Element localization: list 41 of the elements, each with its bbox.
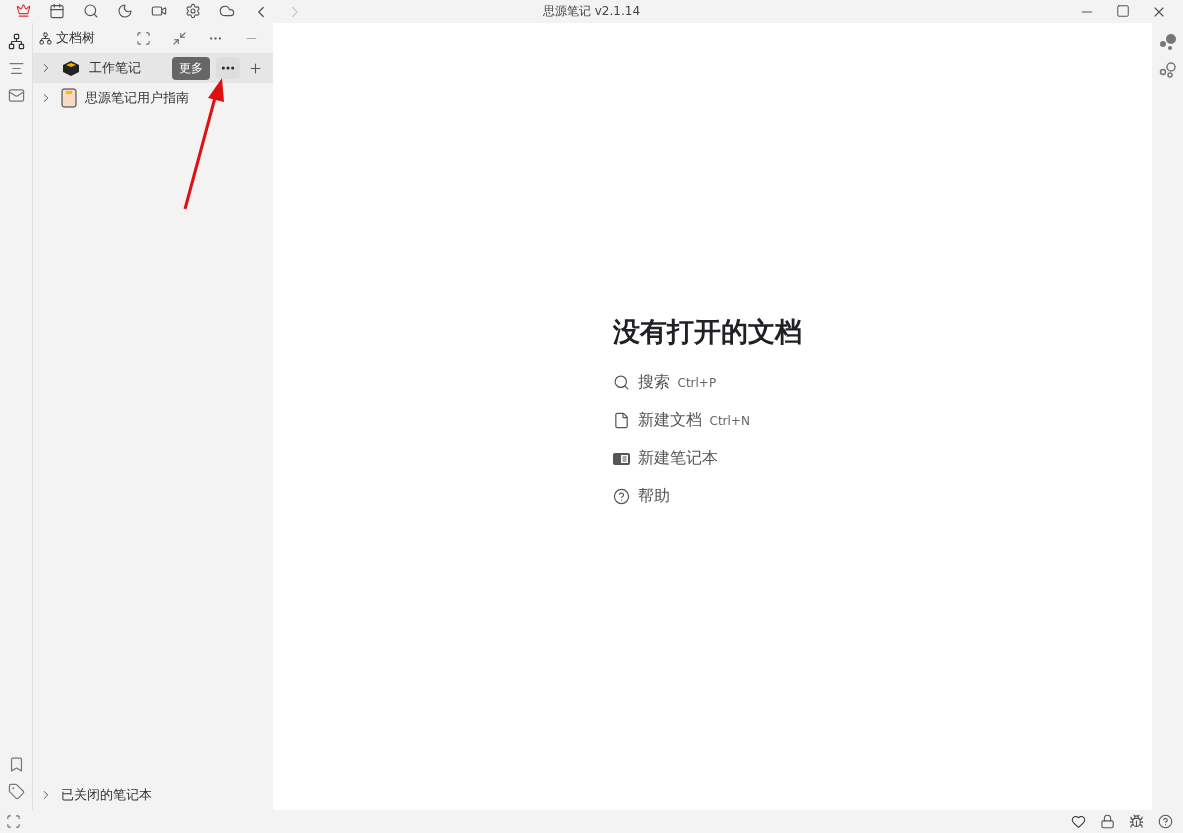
bug-icon[interactable] xyxy=(1129,814,1144,829)
empty-title: 没有打开的文档 xyxy=(612,314,803,349)
outline-icon[interactable] xyxy=(7,60,25,77)
add-icon[interactable] xyxy=(248,60,263,76)
settings-icon[interactable] xyxy=(185,2,201,19)
tag-icon[interactable] xyxy=(7,783,25,800)
action-link[interactable]: 帮助 xyxy=(612,483,813,510)
notebook-icon xyxy=(612,451,630,466)
search-icon xyxy=(612,374,630,391)
closed-notebooks-label: 已关闭的笔记本 xyxy=(61,786,152,804)
tree-icon xyxy=(39,31,52,45)
moon-icon[interactable] xyxy=(117,2,133,19)
graph-icon[interactable] xyxy=(1158,33,1177,51)
focus-icon[interactable] xyxy=(135,30,151,46)
help-icon xyxy=(612,488,630,505)
collapse-icon[interactable] xyxy=(171,30,187,46)
mail-icon[interactable] xyxy=(7,87,25,104)
notebook-name: 工作笔记 xyxy=(89,59,141,77)
maximize-icon[interactable] xyxy=(1116,3,1130,18)
action-link[interactable]: 新建文档 Ctrl+N xyxy=(612,407,813,434)
action-link[interactable]: 新建笔记本 xyxy=(612,445,813,472)
action-link[interactable]: 搜索 Ctrl+P xyxy=(612,369,813,396)
notebook-row[interactable]: 思源笔记用户指南 xyxy=(33,83,273,113)
document-icon xyxy=(612,412,630,429)
book-icon xyxy=(61,88,77,108)
crown-icon[interactable] xyxy=(15,2,31,18)
fullscreen-icon[interactable] xyxy=(6,814,21,829)
calendar-icon[interactable] xyxy=(49,2,65,19)
notebook-name: 思源笔记用户指南 xyxy=(85,89,189,107)
graph-icon[interactable] xyxy=(1158,61,1177,79)
lock-icon[interactable] xyxy=(1100,814,1115,829)
panel-title: 文档树 xyxy=(56,29,96,47)
tree-icon[interactable] xyxy=(7,33,25,50)
closed-notebooks-row[interactable]: 已关闭的笔记本 xyxy=(33,780,273,810)
box-icon xyxy=(61,59,81,77)
heart-icon[interactable] xyxy=(1071,814,1086,829)
more-button[interactable] xyxy=(216,57,240,79)
tooltip: 更多 xyxy=(172,57,210,80)
window-title: 思源笔记 v2.1.14 xyxy=(542,3,641,20)
help-icon[interactable] xyxy=(1158,814,1173,829)
search-icon[interactable] xyxy=(83,2,99,19)
